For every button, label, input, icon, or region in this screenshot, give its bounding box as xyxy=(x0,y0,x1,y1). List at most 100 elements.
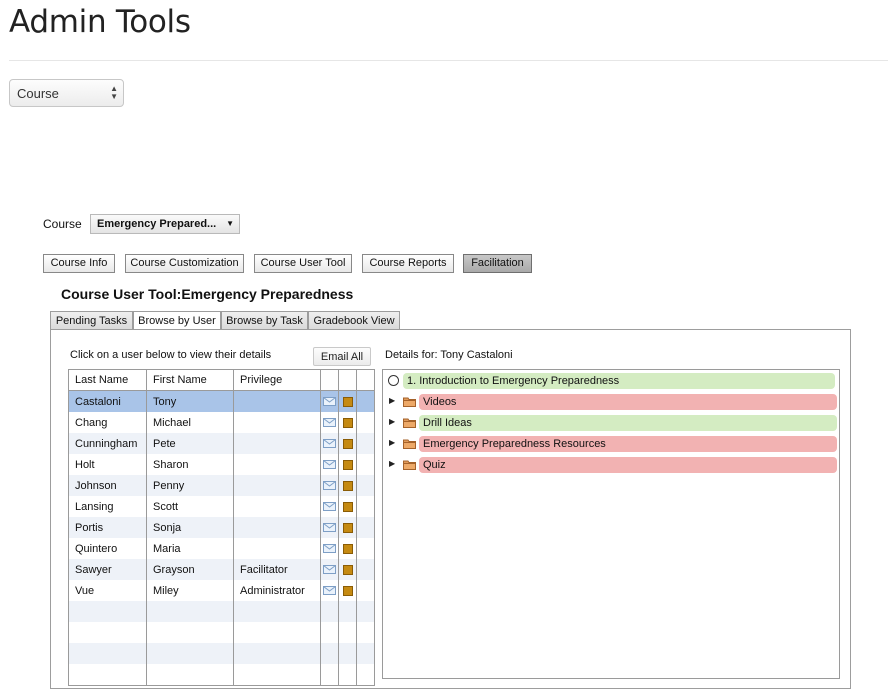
course-user-tool-button[interactable]: Course User Tool xyxy=(254,254,352,273)
privilege-cell xyxy=(233,601,321,622)
privilege-cell xyxy=(233,433,321,454)
view-select[interactable]: Course ▲ ▼ xyxy=(9,79,124,107)
tree-item-label: Videos xyxy=(419,394,837,410)
last-name-cell: Castaloni xyxy=(68,390,147,412)
email-icon[interactable] xyxy=(323,523,336,532)
empty-table-row xyxy=(68,601,375,622)
gradebook-icon[interactable] xyxy=(342,417,353,428)
table-row[interactable]: Lansing Scott xyxy=(68,496,375,517)
first-name-cell: Penny xyxy=(146,475,234,496)
course-info-button[interactable]: Course Info xyxy=(43,254,115,273)
email-icon[interactable] xyxy=(323,565,336,574)
privilege-cell xyxy=(233,517,321,538)
tab-pending-tasks[interactable]: Pending Tasks xyxy=(50,311,133,330)
last-name-cell: Lansing xyxy=(68,496,147,517)
expand-triangle-icon[interactable]: ▶ xyxy=(389,417,395,426)
email-icon[interactable] xyxy=(323,481,336,490)
email-cell xyxy=(320,475,339,496)
table-row[interactable]: Chang Michael xyxy=(68,412,375,433)
column-header-first-name[interactable]: First Name xyxy=(146,369,234,391)
course-dropdown-value: Emergency Prepared... xyxy=(97,218,217,230)
tree-item-label: Quiz xyxy=(419,457,837,473)
first-name-cell xyxy=(146,622,234,643)
tool-heading: Course User Tool:Emergency Preparedness xyxy=(61,286,354,302)
gradebook-cell xyxy=(338,580,357,601)
table-row[interactable]: Vue Miley Administrator xyxy=(68,580,375,601)
tree-item[interactable]: ▶ Emergency Preparedness Resources xyxy=(383,436,839,452)
tree-item[interactable]: ▶ Videos xyxy=(383,394,839,410)
first-name-cell: Miley xyxy=(146,580,234,601)
first-name-cell: Pete xyxy=(146,433,234,454)
last-name-cell: Vue xyxy=(68,580,147,601)
last-name-cell: Sawyer xyxy=(68,559,147,580)
gradebook-icon[interactable] xyxy=(342,543,353,554)
gradebook-icon[interactable] xyxy=(342,480,353,491)
extra-cell xyxy=(356,580,375,601)
last-name-cell: Holt xyxy=(68,454,147,475)
gradebook-icon[interactable] xyxy=(342,459,353,470)
gradebook-cell xyxy=(338,538,357,559)
tab-browse-by-task[interactable]: Browse by Task xyxy=(221,311,308,330)
email-icon[interactable] xyxy=(323,544,336,553)
column-header-privilege[interactable]: Privilege xyxy=(233,369,321,391)
extra-cell xyxy=(356,622,375,643)
expand-triangle-icon[interactable]: ▶ xyxy=(389,438,395,447)
email-icon[interactable] xyxy=(323,439,336,448)
extra-cell xyxy=(356,454,375,475)
tree-item[interactable]: ▶ Quiz xyxy=(383,457,839,473)
tree-item[interactable]: ▶ Drill Ideas xyxy=(383,415,839,431)
table-row[interactable]: Holt Sharon xyxy=(68,454,375,475)
task-status-icon xyxy=(388,375,399,386)
gradebook-icon[interactable] xyxy=(342,522,353,533)
table-row[interactable]: Cunningham Pete xyxy=(68,433,375,454)
email-cell xyxy=(320,559,339,580)
table-row[interactable]: Johnson Penny xyxy=(68,475,375,496)
tab-gradebook-view[interactable]: Gradebook View xyxy=(308,311,400,330)
course-customization-button[interactable]: Course Customization xyxy=(125,254,244,273)
column-header-extra xyxy=(356,369,375,391)
gradebook-icon[interactable] xyxy=(342,564,353,575)
privilege-cell xyxy=(233,475,321,496)
extra-cell xyxy=(356,559,375,580)
column-header-gradebook xyxy=(338,369,357,391)
expand-triangle-icon[interactable]: ▶ xyxy=(389,396,395,405)
user-list-instruction: Click on a user below to view their deta… xyxy=(70,349,272,361)
table-row[interactable]: Sawyer Grayson Facilitator xyxy=(68,559,375,580)
gradebook-icon[interactable] xyxy=(342,438,353,449)
first-name-cell: Grayson xyxy=(146,559,234,580)
tab-browse-by-user[interactable]: Browse by User xyxy=(133,311,221,331)
tree-item-label: Emergency Preparedness Resources xyxy=(419,436,837,452)
title-divider xyxy=(9,60,888,61)
facilitation-button[interactable]: Facilitation xyxy=(463,254,532,273)
extra-cell xyxy=(356,538,375,559)
gradebook-cell xyxy=(338,390,357,412)
course-dropdown[interactable]: Emergency Prepared... ▼ xyxy=(90,214,240,234)
empty-table-row xyxy=(68,643,375,664)
tree-item[interactable]: 1. Introduction to Emergency Preparednes… xyxy=(383,373,839,389)
gradebook-icon[interactable] xyxy=(342,396,353,407)
extra-cell xyxy=(356,664,375,686)
gradebook-icon[interactable] xyxy=(342,501,353,512)
email-cell xyxy=(320,601,339,622)
table-row[interactable]: Portis Sonja xyxy=(68,517,375,538)
email-icon[interactable] xyxy=(323,586,336,595)
table-row[interactable]: Castaloni Tony xyxy=(68,390,375,412)
expand-triangle-icon[interactable]: ▶ xyxy=(389,459,395,468)
email-icon[interactable] xyxy=(323,397,336,406)
email-icon[interactable] xyxy=(323,418,336,427)
gradebook-cell xyxy=(338,559,357,580)
folder-icon xyxy=(403,396,416,407)
course-reports-button[interactable]: Course Reports xyxy=(362,254,454,273)
extra-cell xyxy=(356,517,375,538)
first-name-cell xyxy=(146,664,234,686)
email-all-button[interactable]: Email All xyxy=(313,347,371,366)
email-cell xyxy=(320,643,339,664)
gradebook-cell xyxy=(338,454,357,475)
email-icon[interactable] xyxy=(323,460,336,469)
privilege-cell xyxy=(233,664,321,686)
table-row[interactable]: Quintero Maria xyxy=(68,538,375,559)
column-header-last-name[interactable]: Last Name xyxy=(68,369,147,391)
email-icon[interactable] xyxy=(323,502,336,511)
gradebook-icon[interactable] xyxy=(342,585,353,596)
extra-cell xyxy=(356,390,375,412)
